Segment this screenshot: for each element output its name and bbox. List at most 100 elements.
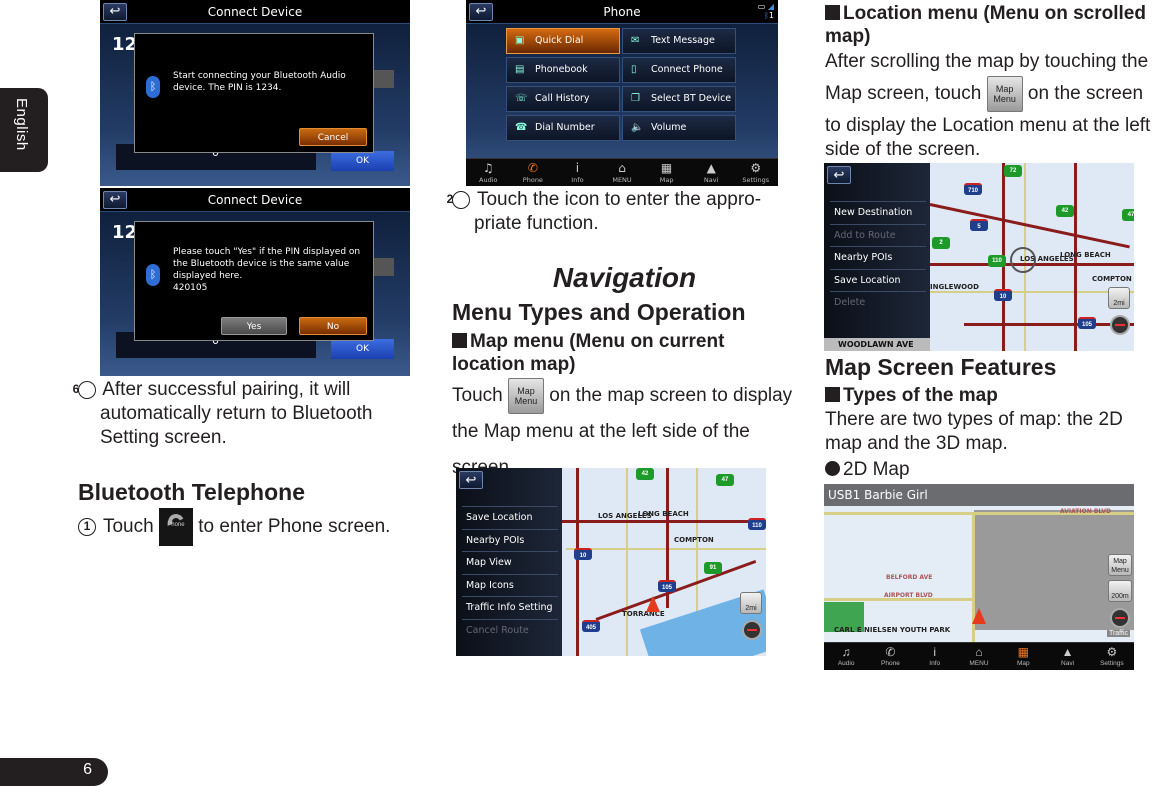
side-menu-item[interactable]: Traffic Info Setting (462, 596, 558, 618)
nav-label: Info (571, 176, 584, 184)
compass-icon[interactable] (742, 620, 762, 640)
scale-button[interactable]: 2mi (740, 592, 762, 614)
compass-icon[interactable] (1110, 608, 1130, 628)
nav-map[interactable]: ▦ Map (1001, 643, 1045, 670)
map-icon: ▦ (660, 161, 673, 175)
phone-menu-item[interactable]: 🔈 Volume (622, 115, 736, 141)
map-menu-heading-text: Map menu (Menu on current location map) (452, 331, 725, 375)
signal-icon: ◢ (767, 2, 774, 11)
menu-item-label: Select BT Device (651, 93, 732, 104)
nav-info[interactable]: i Info (913, 643, 957, 670)
page-number: 6 (83, 761, 92, 778)
phone-icon: Phone (158, 508, 193, 546)
side-menu-item[interactable]: New Destination (830, 201, 926, 223)
language-label: English (13, 98, 30, 151)
nav-audio[interactable]: ♫ Audio (824, 643, 868, 670)
highway-shield: 91 (704, 562, 722, 574)
now-playing-bar: USB1 Barbie Girl (824, 484, 1134, 506)
place-label: LONG BEACH (1060, 251, 1111, 259)
bt-device-icon: ❐ (631, 93, 640, 104)
settings-icon: ⚙ (1106, 645, 1118, 659)
navi-icon: ▲ (1061, 645, 1074, 659)
back-arrow-icon[interactable]: ↩ (469, 3, 493, 21)
ok-button[interactable]: OK (331, 339, 394, 359)
menu-item-label: Connect Phone (651, 64, 723, 75)
info-icon: i (575, 161, 580, 175)
side-menu-item[interactable]: Add to Route (830, 223, 926, 246)
square-bullet-icon (825, 387, 840, 402)
nav-label: Settings (742, 176, 770, 184)
side-menu-item[interactable]: Nearby POIs (462, 528, 558, 551)
phone-menu-item[interactable]: ▤ Phonebook (506, 57, 620, 83)
side-menu-item[interactable]: Nearby POIs (830, 246, 926, 268)
cancel-button[interactable]: Cancel (299, 128, 367, 146)
side-menu-item[interactable]: Save Location (462, 506, 558, 528)
nav-phone[interactable]: ✆ Phone (868, 643, 912, 670)
nav-settings[interactable]: ⚙ Settings (1090, 643, 1134, 670)
side-menu-item[interactable]: Map Icons (462, 573, 558, 596)
back-arrow-icon[interactable]: ↩ (459, 471, 483, 489)
highway-shield: 47 (1122, 209, 1134, 221)
side-menu-item[interactable]: Delete (830, 291, 926, 313)
side-menu-item[interactable]: Cancel Route (462, 618, 558, 641)
menu-item-label: Call History (535, 93, 590, 104)
scale-button[interactable]: 2mi (1108, 287, 1130, 309)
vehicle-position-icon (646, 596, 660, 612)
place-label: INGLEWOOD (930, 283, 979, 291)
yes-button[interactable]: Yes (221, 317, 287, 335)
scale-label: 2mi (1113, 300, 1125, 307)
nav-label: Map (1016, 660, 1030, 667)
nav-phone[interactable]: ✆ Phone (511, 159, 556, 186)
phone-menu-item[interactable]: ☎ Dial Number (506, 115, 620, 141)
map-menu-button[interactable]: Map Menu (1108, 554, 1132, 576)
nav-menu[interactable]: ⌂ MENU (957, 643, 1001, 670)
nav-menu[interactable]: ⌂ MENU (600, 159, 645, 186)
info-icon: i (933, 645, 937, 659)
screen-title: Connect Device (100, 188, 410, 212)
phone-menu-item[interactable]: ▣ Quick Dial (506, 28, 620, 54)
phone-menu-item[interactable]: ☏ Call History (506, 86, 620, 112)
compass-icon[interactable] (1110, 315, 1130, 335)
phone-menu-item[interactable]: ❐ Select BT Device (622, 86, 736, 112)
map-2d-label-text: 2D Map (843, 459, 910, 480)
keypad-key (374, 258, 394, 276)
nav-navi[interactable]: ▲ Navi (1045, 643, 1089, 670)
nav-settings[interactable]: ⚙ Settings (733, 159, 778, 186)
back-arrow-icon[interactable]: ↩ (827, 166, 851, 184)
nav-audio[interactable]: ♫ Audio (466, 159, 511, 186)
ok-button[interactable]: OK (331, 151, 394, 171)
menu-item-label: Phonebook (535, 64, 588, 75)
highway-shield: 110 (988, 255, 1006, 267)
scale-button[interactable]: 200m (1108, 580, 1132, 602)
btn-line-2: Menu (1111, 567, 1129, 574)
menu-types-heading: Menu Types and Operation (452, 299, 746, 325)
highway-shield: 42 (1056, 205, 1074, 217)
location-menu-screen: LOS ANGELES LONG BEACH COMPTON INGLEWOOD… (824, 163, 1134, 351)
side-menu-item[interactable]: Save Location (830, 268, 926, 291)
back-arrow-icon[interactable]: ↩ (103, 3, 127, 21)
no-button[interactable]: No (299, 317, 367, 335)
keypad-key (374, 70, 394, 88)
highway-shield: 47 (716, 474, 734, 486)
side-menu-item[interactable]: Map View (462, 551, 558, 573)
street-label: AVIATION BLVD (1060, 508, 1112, 515)
step-number: 1 (78, 518, 96, 537)
nav-navi[interactable]: ▲ Navi (689, 159, 734, 186)
types-text: There are two types of map: the 2D map a… (825, 409, 1123, 454)
bullet-icon (825, 461, 840, 476)
nav-map[interactable]: ▦ Map (644, 159, 689, 186)
pin-confirm-dialog: ᛒ Please touch "Yes" if the PIN displaye… (134, 221, 374, 341)
connect-device-screen-2: Connect Device ↩ 12 0 OK ᛒ Please touch … (100, 188, 410, 376)
highway-shield: 710 (964, 183, 982, 195)
traffic-label[interactable]: Traffic (1106, 630, 1130, 637)
btn-line-1: Map (517, 386, 535, 396)
phone-menu-item[interactable]: ✉ Text Message (622, 28, 736, 54)
scale-label: 2mi (745, 605, 757, 612)
btn-line-2: Menu (993, 94, 1016, 104)
quick-dial-icon: ▣ (515, 35, 525, 46)
phone-menu-item[interactable]: ▯ Connect Phone (622, 57, 736, 83)
map-screen-features-heading: Map Screen Features (825, 354, 1057, 380)
back-arrow-icon[interactable]: ↩ (103, 191, 127, 209)
highway-shield: 5 (970, 219, 988, 231)
nav-info[interactable]: i Info (555, 159, 600, 186)
